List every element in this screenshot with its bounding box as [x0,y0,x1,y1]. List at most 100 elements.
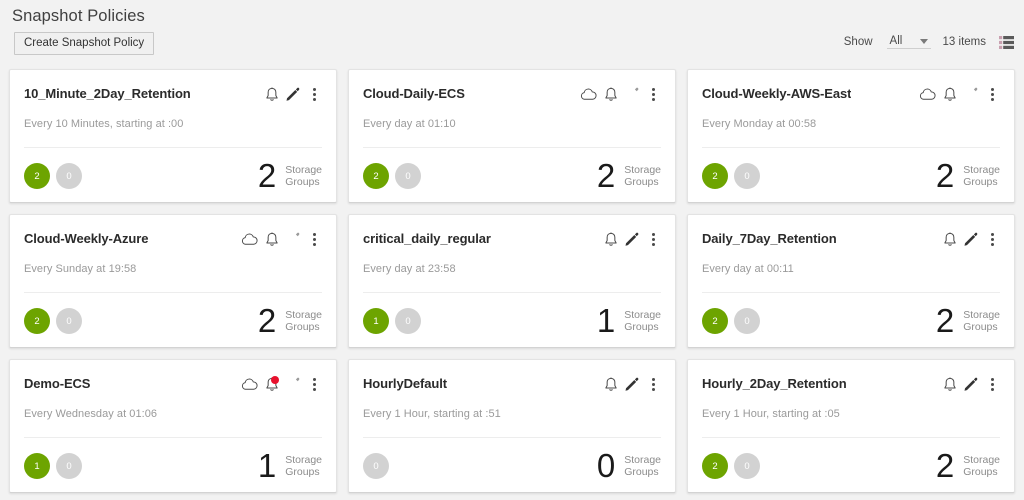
storage-groups-summary: 2StorageGroups [258,161,322,191]
card-actions [261,84,322,104]
snapshot-policy-card[interactable]: Demo-ECSEvery Wednesday at 01:06101Stora… [9,359,337,493]
status-badge-group: 10 [24,453,82,479]
notification-bell-icon[interactable] [600,375,621,394]
card-actions [939,229,1000,249]
more-options-icon[interactable] [985,230,1000,249]
status-badge[interactable]: 0 [395,163,421,189]
card-header: Hourly_2Day_Retention [702,374,1000,396]
status-badge-group: 10 [363,308,421,334]
status-badge-group: 20 [702,308,760,334]
storage-groups-label: StorageGroups [624,164,661,189]
policy-name: critical_daily_regular [363,229,491,247]
status-badge[interactable]: 0 [56,308,82,334]
page-title: Snapshot Policies [0,0,1024,26]
more-options-icon[interactable] [307,85,322,104]
policy-name: Cloud-Daily-ECS [363,84,465,102]
status-badge[interactable]: 0 [734,453,760,479]
status-badge[interactable]: 2 [24,163,50,189]
more-options-icon[interactable] [646,375,661,394]
storage-groups-label-line2: Groups [285,466,319,478]
card-footer: 101 StorageGroups [363,306,661,336]
status-badge[interactable]: 0 [734,163,760,189]
card-header: critical_daily_regular [363,229,661,251]
policy-name: Demo-ECS [24,374,90,392]
storage-groups-label-line1: Storage [624,454,661,466]
edit-pencil-icon [282,375,303,394]
snapshot-policy-card[interactable]: critical_daily_regularEvery day at 23:58… [348,214,676,348]
status-badge[interactable]: 2 [702,308,728,334]
card-footer: 101StorageGroups [24,451,322,481]
storage-groups-summary: 0StorageGroups [597,451,661,481]
more-options-icon[interactable] [985,85,1000,104]
show-label: Show [844,36,873,48]
more-options-icon[interactable] [646,230,661,249]
status-badge[interactable]: 0 [395,308,421,334]
storage-groups-label: StorageGroups [624,309,661,334]
notification-bell-icon[interactable] [261,230,282,249]
status-badge[interactable]: 2 [702,453,728,479]
snapshot-policy-card[interactable]: Cloud-Weekly-AWS-EastEvery Monday at 00:… [687,69,1015,203]
storage-groups-count: 2 [936,306,954,336]
snapshot-policy-card[interactable]: Cloud-Weekly-AzureEvery Sunday at 19:582… [9,214,337,348]
storage-groups-label-line2: Groups [624,176,658,188]
policy-schedule: Every 10 Minutes, starting at :00 [24,118,322,130]
policy-schedule: Every Monday at 00:58 [702,118,1000,130]
card-actions [238,229,322,249]
card-divider [363,292,661,293]
card-actions [600,229,661,249]
policy-schedule: Every Wednesday at 01:06 [24,408,322,420]
show-filter-select[interactable]: All [887,35,931,49]
policy-schedule: Every day at 01:10 [363,118,661,130]
edit-pencil-icon[interactable] [621,375,642,394]
storage-groups-label: StorageGroups [963,454,1000,479]
edit-pencil-icon[interactable] [960,230,981,249]
snapshot-policy-card[interactable]: Daily_7Day_RetentionEvery day at 00:1120… [687,214,1015,348]
snapshot-policy-card[interactable]: HourlyDefaultEvery 1 Hour, starting at :… [348,359,676,493]
storage-groups-count: 2 [936,451,954,481]
create-snapshot-policy-button[interactable]: Create Snapshot Policy [14,32,154,55]
storage-groups-label: StorageGroups [963,309,1000,334]
storage-groups-summary: 2StorageGroups [258,306,322,336]
status-badge[interactable]: 0 [363,453,389,479]
policy-name: Hourly_2Day_Retention [702,374,847,392]
notification-bell-icon[interactable] [600,85,621,104]
card-divider [24,437,322,438]
status-badge[interactable]: 2 [363,163,389,189]
storage-groups-label-line1: Storage [285,454,322,466]
card-actions [600,374,661,394]
card-footer: 202StorageGroups [702,161,1000,191]
more-options-icon[interactable] [646,85,661,104]
status-badge[interactable]: 0 [56,453,82,479]
snapshot-policy-card[interactable]: Hourly_2Day_RetentionEvery 1 Hour, start… [687,359,1015,493]
edit-pencil-icon[interactable] [282,85,303,104]
more-options-icon[interactable] [307,375,322,394]
cloud-icon [238,230,261,249]
storage-groups-count: 1 [258,451,276,481]
notification-bell-icon[interactable] [261,85,282,104]
notification-bell-icon[interactable] [939,230,960,249]
policy-name: Cloud-Weekly-Azure [24,229,148,247]
status-badge[interactable]: 0 [56,163,82,189]
status-badge[interactable]: 2 [702,163,728,189]
card-divider [363,437,661,438]
card-header: 10_Minute_2Day_Retention [24,84,322,106]
status-badge[interactable]: 2 [24,308,50,334]
edit-pencil-icon[interactable] [621,230,642,249]
more-options-icon[interactable] [307,230,322,249]
edit-pencil-icon[interactable] [960,375,981,394]
notification-bell-icon[interactable] [939,85,960,104]
items-count: 13 items [943,36,986,48]
notification-bell-icon[interactable] [261,375,282,394]
notification-bell-icon[interactable] [939,375,960,394]
card-header: Cloud-Weekly-Azure [24,229,322,251]
list-view-icon[interactable] [999,36,1014,49]
status-badge[interactable]: 1 [363,308,389,334]
snapshot-policy-card[interactable]: Cloud-Daily-ECSEvery day at 01:10202Stor… [348,69,676,203]
notification-bell-icon[interactable] [600,230,621,249]
snapshot-policy-card[interactable]: 10_Minute_2Day_Retention Every 10 Minutes… [9,69,337,203]
status-badge[interactable]: 1 [24,453,50,479]
storage-groups-label-line2: Groups [285,176,319,188]
status-badge[interactable]: 0 [734,308,760,334]
more-options-icon[interactable] [985,375,1000,394]
storage-groups-label-line2: Groups [963,321,997,333]
